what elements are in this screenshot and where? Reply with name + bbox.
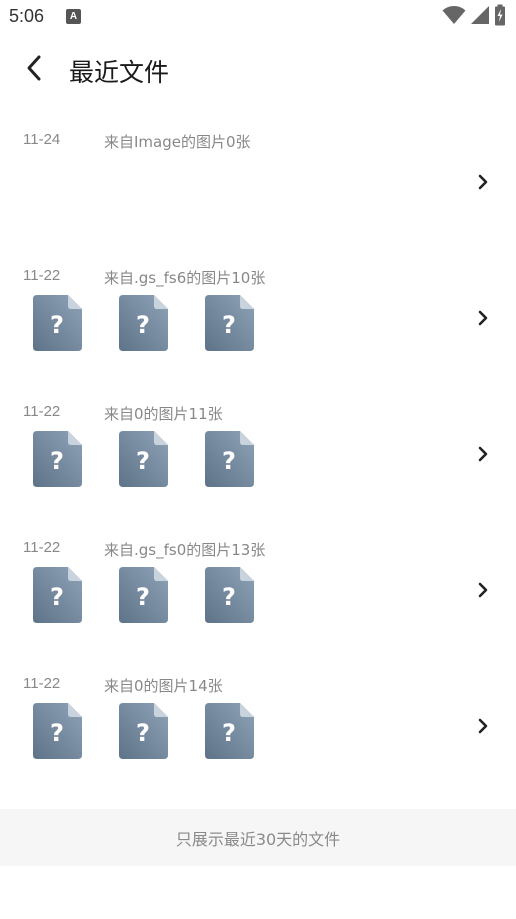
- chevron-right-icon[interactable]: [472, 579, 494, 601]
- group-date: 11-24: [23, 131, 61, 148]
- unknown-file-icon: ?: [33, 567, 82, 623]
- unknown-file-icon: ?: [119, 567, 168, 623]
- back-button[interactable]: [14, 50, 54, 90]
- footer-note-text: 只展示最近30天的文件: [175, 829, 341, 849]
- wifi-icon: [442, 5, 466, 29]
- signal-icon: [470, 5, 490, 29]
- svg-text:?: ?: [222, 447, 236, 475]
- svg-text:?: ?: [222, 719, 236, 747]
- svg-text:?: ?: [50, 311, 64, 339]
- svg-text:?: ?: [222, 583, 236, 611]
- svg-text:?: ?: [50, 583, 64, 611]
- unknown-file-icon: ?: [205, 295, 254, 351]
- page-title: 最近文件: [69, 58, 170, 87]
- unknown-file-icon: ?: [205, 431, 254, 487]
- group-description: 来自Image的图片0张: [104, 133, 251, 151]
- unknown-file-icon: ?: [119, 703, 168, 759]
- app-header: 最近文件: [0, 40, 516, 100]
- svg-text:?: ?: [222, 311, 236, 339]
- group-description: 来自.gs_fs0的图片13张: [104, 541, 266, 559]
- svg-text:?: ?: [50, 447, 64, 475]
- chevron-right-icon[interactable]: [472, 171, 494, 193]
- unknown-file-icon: ?: [33, 431, 82, 487]
- unknown-file-icon: ?: [33, 295, 82, 351]
- back-arrow-icon: [24, 54, 44, 86]
- svg-text:?: ?: [136, 719, 150, 747]
- group-date: 11-22: [23, 675, 61, 692]
- chevron-right-icon[interactable]: [472, 715, 494, 737]
- svg-text:?: ?: [136, 447, 150, 475]
- unknown-file-icon: ?: [205, 567, 254, 623]
- unknown-file-icon: ?: [119, 431, 168, 487]
- group-description: 来自0的图片14张: [104, 677, 223, 695]
- status-icons: [442, 4, 506, 30]
- unknown-file-icon: ?: [33, 703, 82, 759]
- file-group[interactable]: 11-22 来自.gs_fs6的图片10张 ???: [0, 267, 516, 403]
- status-bar: 5:06 A: [0, 0, 516, 36]
- svg-text:?: ?: [50, 719, 64, 747]
- group-description: 来自0的图片11张: [104, 405, 223, 423]
- svg-text:?: ?: [136, 583, 150, 611]
- group-date: 11-22: [23, 539, 61, 556]
- footer-note: 只展示最近30天的文件: [0, 809, 516, 866]
- file-group[interactable]: 11-22 来自.gs_fs0的图片13张 ???: [0, 539, 516, 675]
- unknown-file-icon: ?: [119, 295, 168, 351]
- chevron-right-icon[interactable]: [472, 307, 494, 329]
- battery-icon: [494, 4, 506, 30]
- unknown-file-icon: ?: [205, 703, 254, 759]
- file-group[interactable]: 11-24 来自Image的图片0张: [0, 131, 516, 267]
- chevron-right-icon[interactable]: [472, 443, 494, 465]
- notification-a-icon: A: [66, 9, 81, 24]
- group-date: 11-22: [23, 267, 61, 284]
- file-group[interactable]: 11-22 来自0的图片14张 ???: [0, 675, 516, 811]
- group-description: 来自.gs_fs6的图片10张: [104, 269, 266, 287]
- group-date: 11-22: [23, 403, 61, 420]
- file-group[interactable]: 11-22 来自0的图片11张 ???: [0, 403, 516, 539]
- svg-text:?: ?: [136, 311, 150, 339]
- status-time: 5:06: [9, 6, 45, 26]
